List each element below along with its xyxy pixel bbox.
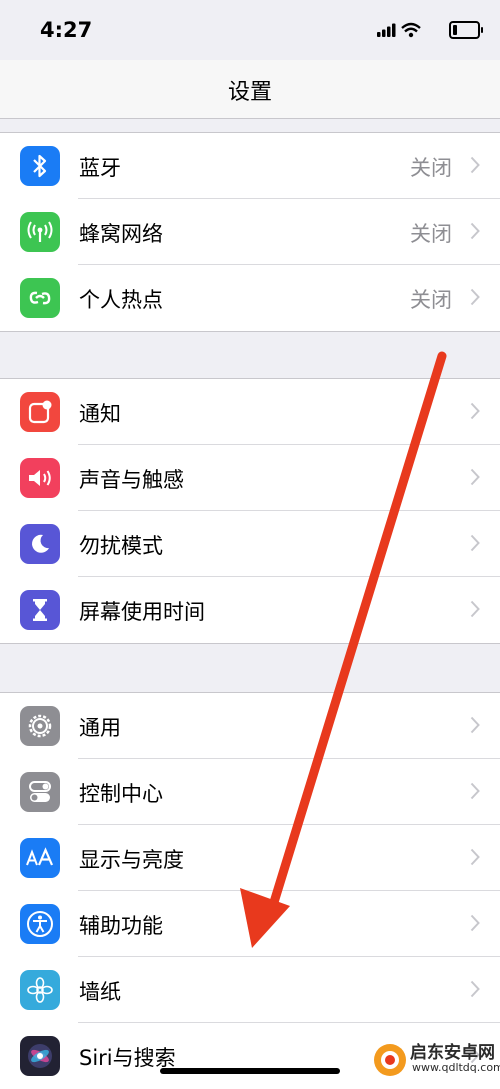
accessibility-icon	[20, 904, 60, 944]
settings-row-label: 控制中心	[79, 782, 163, 806]
gear-icon	[20, 706, 60, 746]
settings-row-value: 关闭	[410, 288, 452, 312]
settings-group-notifications: 通知 声音与触感 勿扰模式 屏幕使用时间	[0, 378, 500, 644]
status-bar: 4:27	[0, 0, 500, 60]
watermark-name: 启东安卓网	[410, 1043, 495, 1063]
settings-group-connectivity: 蓝牙 关闭 蜂窝网络 关闭 个人热点 关闭	[0, 132, 500, 332]
chevron-right-icon	[470, 288, 480, 306]
battery-icon	[449, 21, 483, 39]
chevron-right-icon	[470, 914, 480, 932]
settings-row-label: 屏幕使用时间	[79, 600, 205, 624]
settings-row-notifications[interactable]: 通知	[0, 379, 500, 445]
watermark-logo-icon	[374, 1044, 406, 1076]
chevron-right-icon	[470, 716, 480, 734]
chevron-right-icon	[470, 156, 480, 174]
chevron-right-icon	[470, 980, 480, 998]
speaker-icon	[20, 458, 60, 498]
hotspot-link-icon	[20, 278, 60, 318]
cellular-antenna-icon	[20, 212, 60, 252]
chevron-right-icon	[470, 848, 480, 866]
settings-row-display-brightness[interactable]: 显示与亮度	[0, 825, 500, 891]
settings-row-accessibility[interactable]: 辅助功能	[0, 891, 500, 957]
toggles-icon	[20, 772, 60, 812]
settings-group-general: 通用 控制中心 显示与亮度 辅助功能 墙纸 Siri与搜索	[0, 692, 500, 1089]
notification-icon	[20, 392, 60, 432]
home-indicator[interactable]	[160, 1068, 340, 1074]
settings-row-label: 墙纸	[79, 980, 121, 1004]
chevron-right-icon	[470, 402, 480, 420]
bluetooth-icon	[20, 146, 60, 186]
watermark-url: www.qdltdq.com	[412, 1061, 500, 1074]
settings-row-screen-time[interactable]: 屏幕使用时间	[0, 577, 500, 643]
settings-row-hotspot[interactable]: 个人热点 关闭	[0, 265, 500, 331]
settings-row-label: 辅助功能	[79, 914, 163, 938]
siri-icon	[20, 1036, 60, 1076]
settings-row-label: 显示与亮度	[79, 848, 184, 872]
settings-row-value: 关闭	[410, 156, 452, 180]
text-size-icon	[20, 838, 60, 878]
settings-row-general[interactable]: 通用	[0, 693, 500, 759]
chevron-right-icon	[470, 782, 480, 800]
settings-row-label: 蓝牙	[79, 156, 121, 180]
settings-row-label: 勿扰模式	[79, 534, 163, 558]
settings-row-label: 蜂窝网络	[79, 222, 163, 246]
settings-row-wallpaper[interactable]: 墙纸	[0, 957, 500, 1023]
chevron-right-icon	[470, 600, 480, 618]
signal-wifi-icon	[377, 22, 421, 38]
settings-row-do-not-disturb[interactable]: 勿扰模式	[0, 511, 500, 577]
settings-row-bluetooth[interactable]: 蓝牙 关闭	[0, 133, 500, 199]
chevron-right-icon	[470, 222, 480, 240]
settings-row-value: 关闭	[410, 222, 452, 246]
flower-icon	[20, 970, 60, 1010]
settings-row-label: 声音与触感	[79, 468, 184, 492]
moon-icon	[20, 524, 60, 564]
settings-row-control-center[interactable]: 控制中心	[0, 759, 500, 825]
settings-row-label: 通知	[79, 402, 121, 426]
settings-row-sounds[interactable]: 声音与触感	[0, 445, 500, 511]
status-time: 4:27	[40, 18, 93, 42]
chevron-right-icon	[470, 468, 480, 486]
site-watermark: 启东安卓网 www.qdltdq.com	[370, 1034, 500, 1084]
page-title: 设置	[227, 80, 272, 105]
navigation-bar: 设置	[0, 60, 500, 119]
chevron-right-icon	[470, 534, 480, 552]
hourglass-icon	[20, 590, 60, 630]
settings-row-label: 通用	[79, 716, 121, 740]
settings-row-label: 个人热点	[79, 288, 163, 312]
settings-row-cellular[interactable]: 蜂窝网络 关闭	[0, 199, 500, 265]
